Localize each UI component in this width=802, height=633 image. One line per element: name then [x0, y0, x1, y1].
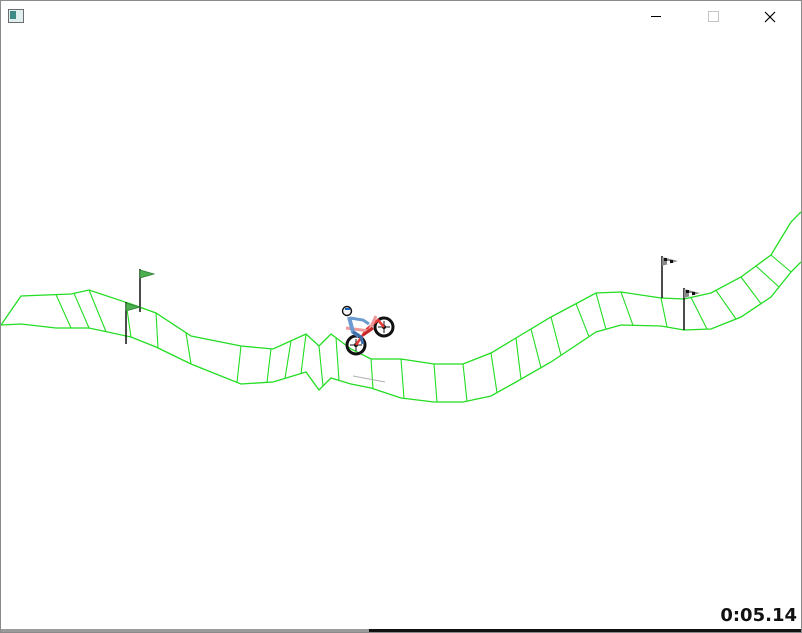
app-icon[interactable]: [8, 9, 24, 23]
finish-flag: [661, 256, 678, 298]
start-flag: [139, 269, 156, 312]
maximize-button[interactable]: [690, 1, 736, 32]
motorbike-rider: [341, 305, 395, 383]
minimize-icon: [651, 16, 661, 17]
maximize-icon: [707, 11, 719, 22]
close-icon: [764, 11, 776, 22]
progress-bar: [1, 629, 801, 632]
title-bar[interactable]: [1, 1, 801, 32]
game-canvas[interactable]: [1, 32, 801, 630]
track: [1, 211, 801, 403]
minimize-button[interactable]: [633, 1, 679, 32]
finish-flag: [683, 288, 700, 330]
progress-fill: [1, 629, 369, 632]
game-window: 0:05.14: [0, 0, 802, 633]
race-timer: 0:05.14: [720, 605, 797, 626]
close-button[interactable]: [747, 1, 793, 32]
